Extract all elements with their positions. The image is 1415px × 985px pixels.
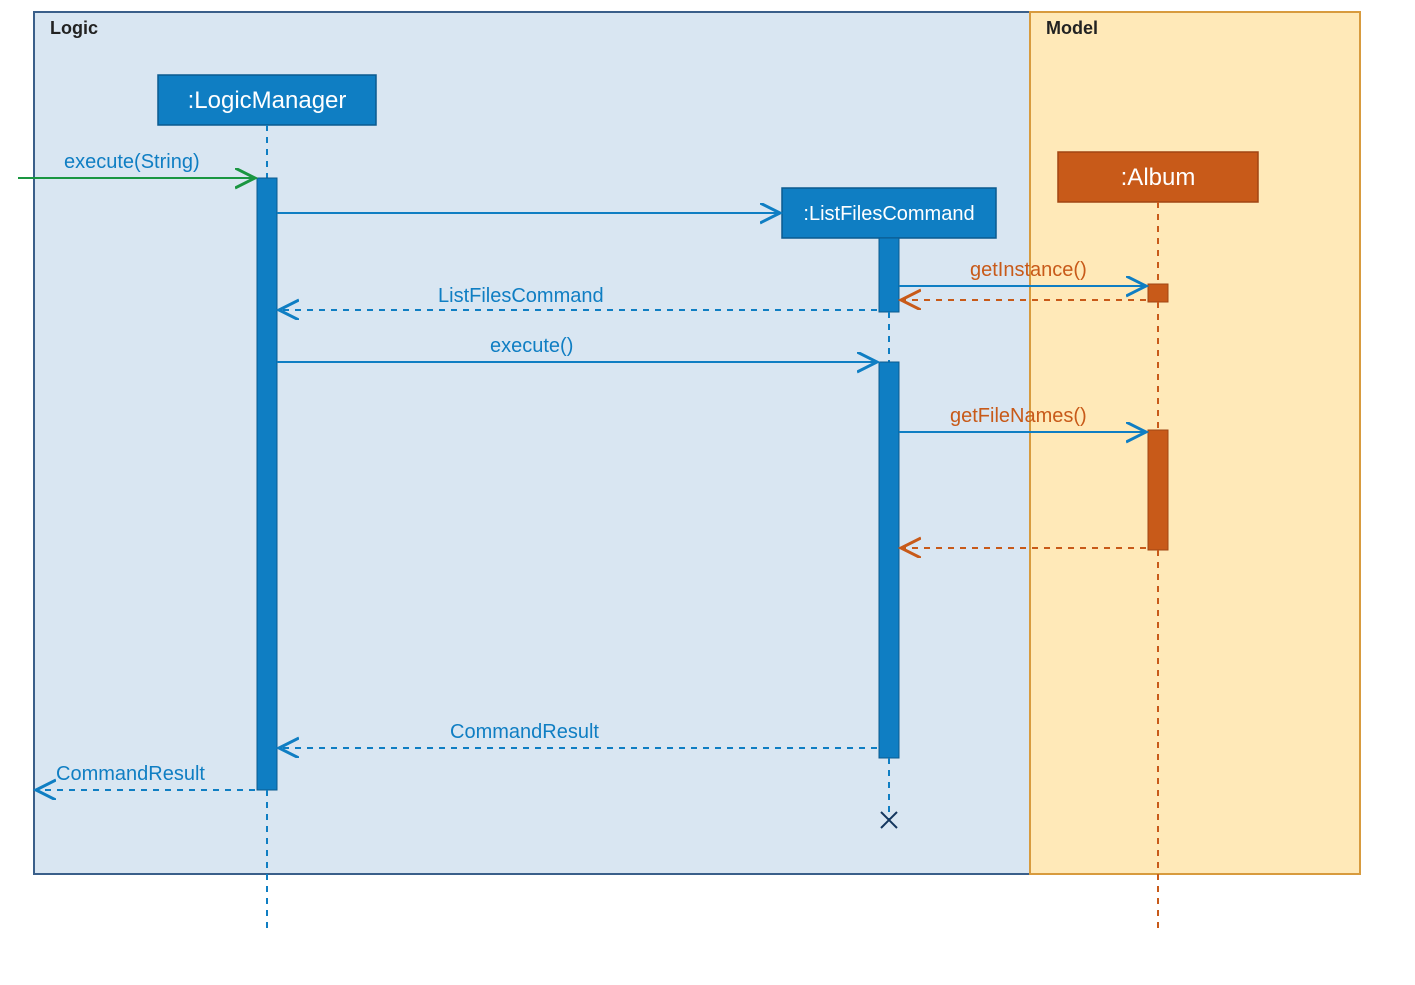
- msg-execute-label: execute(): [490, 335, 573, 357]
- msg-getfilenames-label: getFileNames(): [950, 405, 1087, 427]
- msg-getinstance-label: getInstance(): [970, 259, 1087, 281]
- logicmanager-activation: [257, 178, 277, 790]
- msg-execute-string-label: execute(String): [64, 151, 200, 173]
- sequence-diagram: Logic Model :LogicManager :ListFilesComm…: [0, 0, 1415, 985]
- listfilescommand-activation-2: [879, 362, 899, 758]
- model-frame-label: Model: [1046, 18, 1098, 38]
- album-activation-2: [1148, 430, 1168, 550]
- listfilescommand-header-label: :ListFilesCommand: [803, 203, 974, 225]
- logicmanager-header-label: :LogicManager: [188, 87, 347, 114]
- listfilescommand-activation-1: [879, 238, 899, 312]
- msg-listfilescommand-return-label: ListFilesCommand: [438, 285, 604, 307]
- album-activation-1: [1148, 284, 1168, 302]
- model-frame: [1030, 12, 1360, 874]
- album-header-label: :Album: [1121, 164, 1196, 191]
- logic-frame-label: Logic: [50, 18, 98, 38]
- msg-commandresult-return-label: CommandResult: [450, 721, 599, 743]
- msg-commandresult-out-label: CommandResult: [56, 763, 205, 785]
